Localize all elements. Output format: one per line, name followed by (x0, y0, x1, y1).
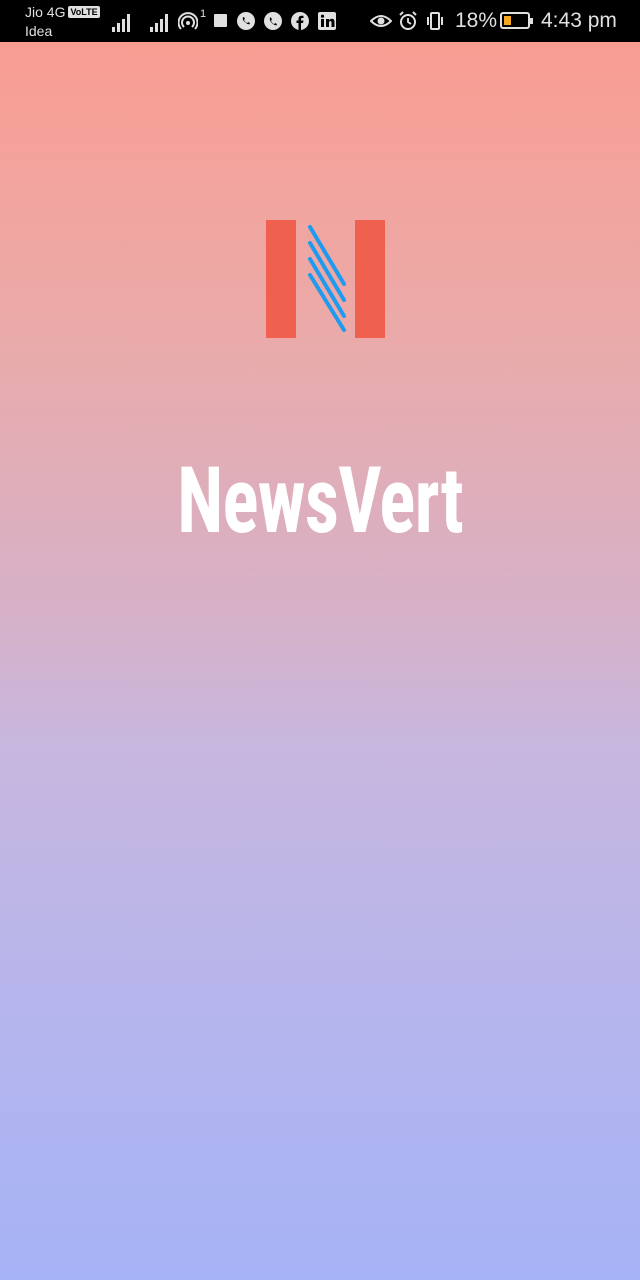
hotspot-icon (178, 12, 198, 30)
carrier-primary: Jio 4G VoLTE (25, 4, 100, 20)
battery-icon (500, 12, 533, 29)
volte-badge: VoLTE (68, 6, 100, 18)
signal-icon (150, 10, 172, 32)
carrier-secondary: Idea (25, 23, 53, 39)
whatsapp-icon (237, 12, 255, 30)
carrier-primary-label: Jio 4G (25, 4, 66, 20)
status-bar: Jio 4G VoLTE Idea 1 18% 4:43 pm (0, 0, 640, 42)
clock: 4:43 pm (541, 9, 617, 32)
linkedin-icon (318, 12, 336, 30)
battery-percent: 18% (455, 9, 498, 32)
phone-icon (264, 12, 282, 30)
notification-square-icon (214, 14, 227, 27)
hotspot-count: 1 (200, 8, 207, 20)
alarm-icon (399, 11, 417, 30)
vibrate-icon (427, 12, 443, 30)
signal-icon (112, 10, 134, 32)
app-logo (266, 220, 385, 338)
app-name: NewsVert (177, 448, 464, 555)
eye-icon (370, 15, 392, 27)
facebook-icon (291, 12, 309, 30)
